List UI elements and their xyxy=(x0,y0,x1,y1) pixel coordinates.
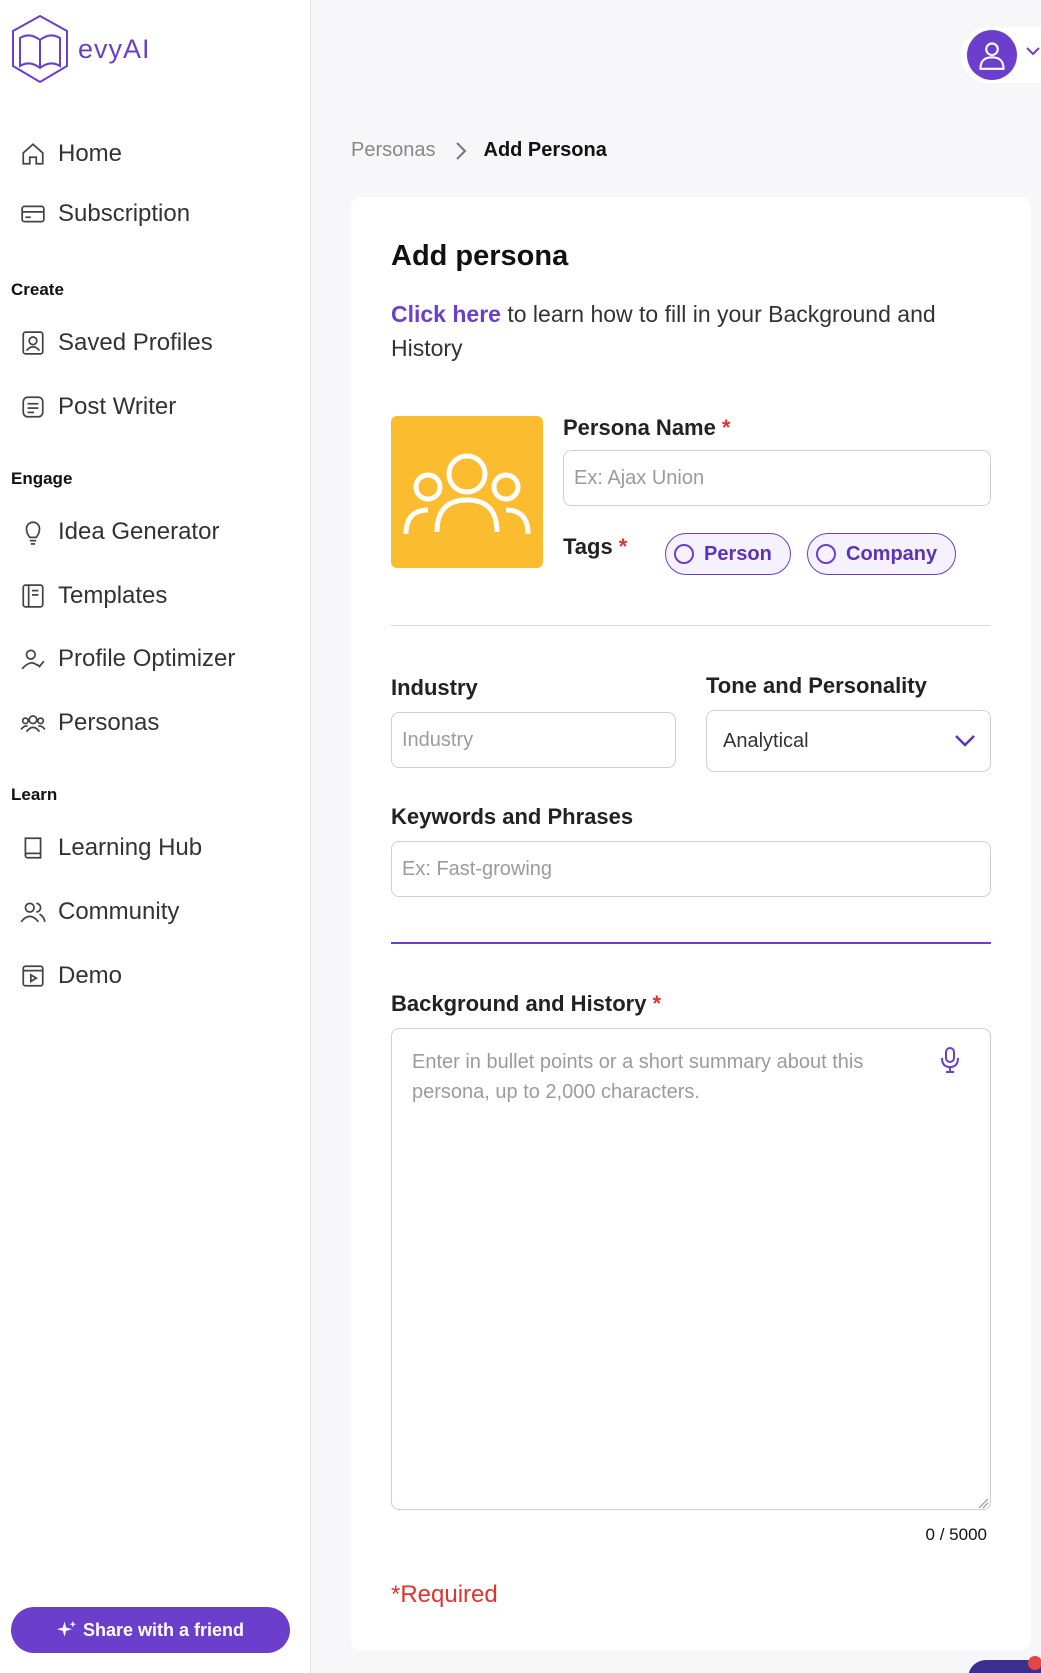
notification-dot xyxy=(1028,1656,1041,1670)
chevron-down-icon xyxy=(955,735,975,747)
users-icon xyxy=(18,897,48,927)
lightbulb-icon xyxy=(18,517,48,547)
sidebar-item-learning-hub[interactable]: Learning Hub xyxy=(18,830,202,866)
credit-card-icon xyxy=(18,199,48,229)
sidebar-item-profile-optimizer[interactable]: Profile Optimizer xyxy=(18,641,235,677)
persona-image[interactable] xyxy=(391,416,543,568)
tone-select[interactable]: Analytical xyxy=(706,710,991,772)
sidebar-item-templates[interactable]: Templates xyxy=(18,578,167,614)
users-group-icon xyxy=(403,453,531,535)
sidebar-item-label: Profile Optimizer xyxy=(58,645,236,672)
sparkles-icon xyxy=(56,1620,77,1637)
tags-label-text: Tags xyxy=(563,534,613,559)
template-icon xyxy=(18,581,48,611)
help-link[interactable]: Click here xyxy=(391,301,501,327)
required-mark: * xyxy=(618,534,628,559)
persona-name-input[interactable] xyxy=(563,450,991,506)
avatar[interactable] xyxy=(967,30,1017,80)
tag-label: Person xyxy=(704,542,772,565)
tag-person[interactable]: Person xyxy=(665,533,791,575)
sidebar-item-label: Subscription xyxy=(58,200,191,227)
user-check-icon xyxy=(18,644,48,674)
tone-select-value: Analytical xyxy=(723,729,809,752)
page-title: Add persona xyxy=(391,240,569,272)
radio-icon xyxy=(674,544,694,564)
section-title-engage: Engage xyxy=(11,469,73,488)
section-title-learn: Learn xyxy=(11,785,58,804)
sidebar-item-subscription[interactable]: Subscription xyxy=(18,196,190,232)
persona-name-label: Persona Name * xyxy=(563,415,730,441)
sidebar-item-home[interactable]: Home xyxy=(18,136,122,172)
microphone-icon[interactable] xyxy=(939,1046,961,1074)
background-label: Background and History * xyxy=(391,991,661,1017)
book-hexagon-logo-icon xyxy=(12,14,68,84)
industry-label: Industry xyxy=(391,675,478,700)
industry-input[interactable] xyxy=(391,712,676,768)
sidebar-item-label: Post Writer xyxy=(58,393,177,420)
divider xyxy=(391,625,991,626)
sidebar-item-post-writer[interactable]: Post Writer xyxy=(18,389,176,425)
book-icon xyxy=(18,833,48,863)
help-text: Click here to learn how to fill in your … xyxy=(391,297,991,365)
required-note: *Required xyxy=(391,1581,498,1608)
resize-handle-icon[interactable] xyxy=(977,1497,989,1509)
keywords-input[interactable] xyxy=(391,841,991,897)
sidebar-item-label: Home xyxy=(58,140,123,167)
user-menu[interactable] xyxy=(961,27,1041,83)
tag-label: Company xyxy=(846,542,938,565)
sidebar-item-saved-profiles[interactable]: Saved Profiles xyxy=(18,325,213,361)
sidebar-item-label: Community xyxy=(58,898,180,925)
home-icon xyxy=(18,139,48,169)
sidebar-item-idea-generator[interactable]: Idea Generator xyxy=(18,514,219,550)
required-mark: * xyxy=(721,415,731,440)
required-mark: * xyxy=(652,991,662,1016)
background-textarea[interactable] xyxy=(391,1028,991,1510)
breadcrumb-current: Add Persona xyxy=(483,139,607,161)
app-logo[interactable]: evyAI xyxy=(10,14,151,84)
sidebar-item-label: Demo xyxy=(58,962,123,989)
app-name: evyAI xyxy=(78,33,151,64)
tags-label: Tags * xyxy=(563,534,627,560)
breadcrumb: Personas Add Persona xyxy=(351,139,607,162)
keywords-label: Keywords and Phrases xyxy=(391,804,634,829)
tone-label: Tone and Personality xyxy=(706,673,927,698)
persona-name-label-text: Persona Name xyxy=(563,415,716,440)
divider xyxy=(391,942,991,944)
radio-icon xyxy=(816,544,836,564)
sidebar-item-label: Saved Profiles xyxy=(58,329,213,356)
background-label-text: Background and History xyxy=(391,991,647,1016)
sidebar: evyAI Home Subscription Create Saved Pro… xyxy=(0,0,311,1673)
character-counter: 0 / 5000 xyxy=(925,1525,987,1544)
chevron-right-icon xyxy=(454,140,468,162)
sidebar-item-label: Idea Generator xyxy=(58,518,220,545)
sidebar-item-label: Templates xyxy=(58,582,168,609)
sidebar-item-demo[interactable]: Demo xyxy=(18,958,122,994)
user-icon xyxy=(979,42,1005,70)
share-button-label: Share with a friend xyxy=(82,1619,245,1640)
tag-company[interactable]: Company xyxy=(807,533,957,575)
sidebar-item-personas[interactable]: Personas xyxy=(18,705,159,741)
users-group-icon xyxy=(18,708,48,738)
breadcrumb-personas-link[interactable]: Personas xyxy=(351,139,436,162)
sidebar-item-label: Learning Hub xyxy=(58,834,203,861)
share-with-friend-button[interactable]: Share with a friend xyxy=(11,1607,290,1653)
document-lines-icon xyxy=(18,392,48,422)
sidebar-item-label: Personas xyxy=(58,709,160,736)
sidebar-item-community[interactable]: Community xyxy=(18,894,179,930)
play-square-icon xyxy=(18,961,48,991)
section-title-create: Create xyxy=(11,280,64,299)
profile-card-icon xyxy=(18,328,48,358)
chevron-down-icon[interactable] xyxy=(1025,45,1041,57)
add-persona-card: Add persona Click here to learn how to f… xyxy=(351,197,1031,1650)
